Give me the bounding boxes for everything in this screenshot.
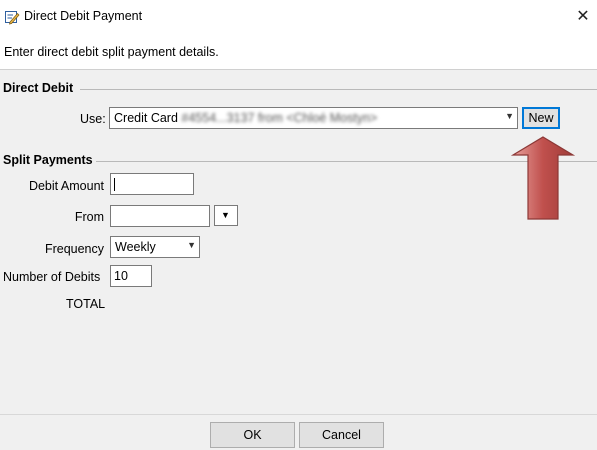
direct-debit-section-title: Direct Debit [3,81,74,95]
section-divider [80,89,597,90]
number-of-debits-input[interactable]: 10 [110,265,152,287]
instructions-panel: Enter direct debit split payment details… [0,34,597,70]
card-details-blurred: #4554...3137 from <Chloé Mostyn> [181,111,378,125]
footer-divider [0,414,597,415]
split-payments-section-title: Split Payments [3,153,93,167]
from-label: From [74,210,104,224]
cancel-button[interactable]: Cancel [299,422,384,448]
payment-method-value: Credit Card #4554...3137 from <Chloé Mos… [114,111,377,125]
debit-amount-label: Debit Amount [28,179,104,193]
frequency-select[interactable]: Weekly ▼ [110,236,200,258]
total-label: TOTAL [66,297,106,311]
credit-card-text: Credit Card [114,111,178,125]
instructions-text: Enter direct debit split payment details… [4,45,219,59]
window-title: Direct Debit Payment [24,9,143,23]
payment-method-select[interactable]: Credit Card #4554...3137 from <Chloé Mos… [109,107,518,129]
edit-pencil-icon [4,9,20,25]
number-of-debits-label: Number of Debits [3,270,101,284]
debit-amount-input[interactable] [110,173,194,195]
ok-button[interactable]: OK [210,422,295,448]
text-caret [114,178,115,191]
frequency-label: Frequency [44,242,104,256]
use-label: Use: [80,112,106,126]
title-bar: Direct Debit Payment ✕ [0,0,597,34]
frequency-value: Weekly [115,240,156,254]
new-payment-method-button[interactable]: New [522,107,560,129]
from-date-input[interactable] [110,205,210,227]
chevron-down-icon: ▼ [187,240,196,250]
chevron-down-icon: ▼ [221,210,230,220]
up-arrow-annotation [510,136,576,220]
date-picker-button[interactable]: ▼ [214,205,238,226]
number-of-debits-value: 10 [114,269,128,283]
close-icon[interactable]: ✕ [572,6,594,28]
chevron-down-icon: ▼ [505,111,514,121]
